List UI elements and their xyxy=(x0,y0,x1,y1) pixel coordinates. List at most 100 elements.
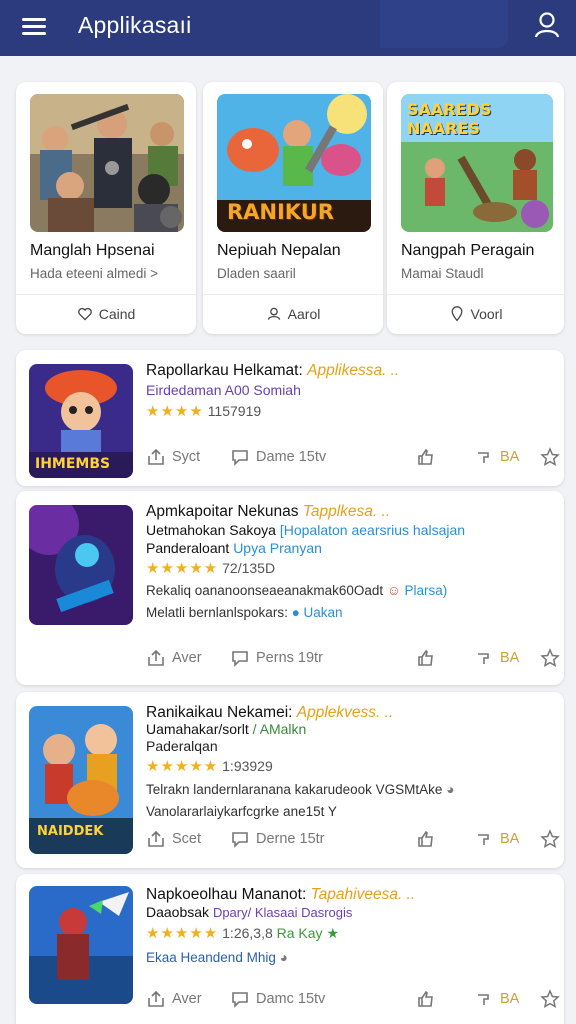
featured-image-1 xyxy=(30,94,184,232)
share-icon xyxy=(148,830,164,847)
share-button[interactable]: Syct xyxy=(146,444,200,470)
app-list-item-1[interactable]: IHMEMBS Rapollarkau Helkamat: Applikessa… xyxy=(16,350,564,486)
app-actions: Syct Dame 15tv BA xyxy=(146,444,560,470)
share-button[interactable]: Aver xyxy=(146,645,202,671)
app-rating: ★★★★★ 72/135D xyxy=(146,559,275,577)
emoji-icon: ◕ xyxy=(279,950,288,965)
app-thumbnail xyxy=(29,505,133,625)
app-title-highlight: Applikessa. .. xyxy=(307,362,400,379)
featured-subtitle[interactable]: Mamai Staudl xyxy=(401,266,484,281)
featured-subtitle[interactable]: Dladen saaril xyxy=(217,266,296,281)
star-icon xyxy=(540,989,560,1008)
menu-icon[interactable] xyxy=(22,14,48,40)
comment-icon xyxy=(232,832,248,848)
featured-action-button[interactable]: Voorl xyxy=(387,302,564,326)
globe-icon: ● xyxy=(291,605,300,620)
header-bar-accent xyxy=(380,0,508,48)
featured-name: Manglah Hpsenai xyxy=(30,242,155,259)
rating-count: 1157919 xyxy=(207,403,262,419)
app-subtitle: Uamahakar/sorlt / AMalkn xyxy=(146,721,307,737)
share-icon xyxy=(148,990,164,1007)
app-title[interactable]: Napkoeolhau Mananot: Tapahiveesa. .. xyxy=(146,886,415,904)
featured-action-button[interactable]: Caind xyxy=(16,302,196,326)
like-button[interactable] xyxy=(416,986,436,1012)
rating-count: 1:26,3,8 xyxy=(222,925,273,941)
game-logo-text: RANIKUR xyxy=(227,200,334,224)
app-title: Applikasaıi xyxy=(78,12,192,38)
app-description-2: Melatli bernlanlspokars: ● Uakan xyxy=(146,605,343,620)
rating-stars: ★★★★★ xyxy=(146,560,219,577)
thumbs-up-icon xyxy=(418,448,433,465)
favorite-button[interactable] xyxy=(540,444,560,470)
featured-card-2[interactable]: RANIKUR Nepiuah Nepalan Dladen saaril Aa… xyxy=(203,82,383,334)
app-subtitle: Daaobsak Dpary/ Klasaai Dasrogis xyxy=(146,904,353,920)
app-subtitle: Uetmahokan Sakoya [Hopalaton aearsrius h… xyxy=(146,522,466,538)
app-actions: Scet Derne 15tr BA xyxy=(146,826,560,852)
app-publisher: Panderaloant Upya Pranyan xyxy=(146,540,322,556)
featured-subtitle[interactable]: Hada eteeni almedi > xyxy=(30,266,158,281)
featured-card-3[interactable]: SAAREDS NAARES Nangpah Peragain Mamai St… xyxy=(387,82,564,334)
divider xyxy=(16,294,196,295)
featured-action-label: Caind xyxy=(98,306,136,322)
app-header: Applikasaıi xyxy=(0,0,576,56)
bookmark-icon xyxy=(478,994,489,1005)
app-title-highlight: Tapplkesa. .. xyxy=(302,503,391,520)
app-list-item-2[interactable]: Apmkapoitar Nekunas Tapplkesa. .. Uetmah… xyxy=(16,491,564,685)
share-button[interactable]: Aver xyxy=(146,986,202,1012)
thumbnail-text: NAIDDEK xyxy=(37,824,104,839)
person-icon[interactable] xyxy=(532,10,562,40)
comment-button[interactable]: Damc 15tv xyxy=(230,986,325,1012)
rating-stars: ★★★★★ xyxy=(146,925,219,942)
app-list-item-4[interactable]: Napkoeolhau Mananot: Tapahiveesa. .. Daa… xyxy=(16,874,564,1024)
game-banner-text: SAAREDS NAARES xyxy=(407,100,492,138)
like-button[interactable] xyxy=(416,645,436,671)
app-thumbnail: NAIDDEK xyxy=(29,706,133,854)
comment-icon xyxy=(232,992,248,1008)
rating-stars: ★★★★ xyxy=(146,403,204,420)
rating-count: 72/135D xyxy=(222,560,276,576)
share-icon xyxy=(148,448,164,465)
like-button[interactable] xyxy=(416,444,436,470)
save-button[interactable]: BA xyxy=(474,826,519,852)
star-icon xyxy=(540,829,560,848)
like-button[interactable] xyxy=(416,826,436,852)
app-title[interactable]: Rapollarkau Helkamat: Applikessa. .. xyxy=(146,362,399,380)
app-description-1: Rekaliq oananoonseaeanakmak60Oadt ☺ Plar… xyxy=(146,583,448,598)
app-rating: ★★★★★ 1:26,3,8 Ra Kay ★ xyxy=(146,924,339,942)
comment-button[interactable]: Dame 15tv xyxy=(230,444,326,470)
star-icon xyxy=(540,447,560,466)
share-button[interactable]: Scet xyxy=(146,826,201,852)
featured-card-1[interactable]: Manglah Hpsenai Hada eteeni almedi > Cai… xyxy=(16,82,196,334)
app-description-1: Ekaa Heandend Mhig ◕ xyxy=(146,950,288,965)
pin-icon xyxy=(451,306,462,322)
favorite-button[interactable] xyxy=(540,826,560,852)
heart-icon xyxy=(77,307,92,321)
rating-stars: ★★★★★ xyxy=(146,758,219,775)
comment-button[interactable]: Derne 15tr xyxy=(230,826,325,852)
save-button[interactable]: BA xyxy=(474,645,519,671)
app-thumbnail xyxy=(29,886,133,1004)
app-actions: Aver Damc 15tv BA xyxy=(146,986,560,1012)
save-button[interactable]: BA xyxy=(474,444,519,470)
app-title[interactable]: Ranikaikau Nekamei: Applekvess. .. xyxy=(146,704,393,722)
app-developer: Eirdedaman A00 Somiah xyxy=(146,382,301,398)
share-icon xyxy=(148,649,164,666)
favorite-button[interactable] xyxy=(540,986,560,1012)
save-button[interactable]: BA xyxy=(474,986,519,1012)
app-rating: ★★★★★ 1:93929 xyxy=(146,757,273,775)
comment-button[interactable]: Perns 19tr xyxy=(230,645,323,671)
thumbnail-text: IHMEMBS xyxy=(35,456,111,472)
featured-name: Nangpah Peragain xyxy=(401,242,535,259)
person-icon xyxy=(267,307,280,320)
favorite-button[interactable] xyxy=(540,645,560,671)
app-list-item-3[interactable]: NAIDDEK Ranikaikau Nekamei: Applekvess. … xyxy=(16,692,564,868)
bookmark-icon xyxy=(478,653,489,664)
bookmark-icon xyxy=(478,834,489,845)
thumbs-up-icon xyxy=(418,990,433,1007)
app-rating: ★★★★ 1157919 xyxy=(146,402,261,420)
app-title[interactable]: Apmkapoitar Nekunas Tapplkesa. .. xyxy=(146,503,390,521)
featured-action-button[interactable]: Aarol xyxy=(203,302,383,326)
comment-icon xyxy=(232,450,248,466)
app-actions: Aver Perns 19tr BA xyxy=(146,645,560,671)
app-publisher: Paderalqan xyxy=(146,738,218,754)
